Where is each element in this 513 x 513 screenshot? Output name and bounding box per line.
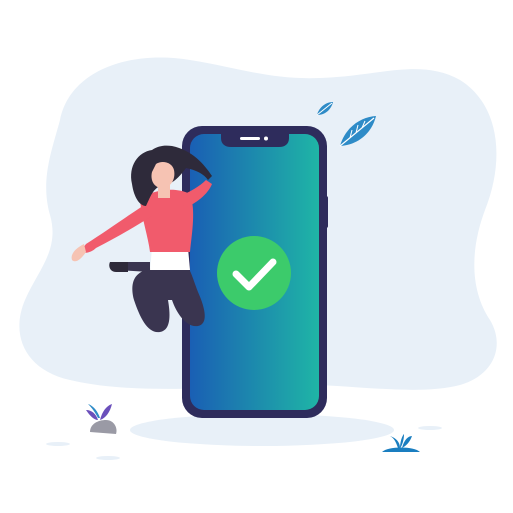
ground-dash xyxy=(418,426,442,430)
check-badge xyxy=(217,236,291,310)
illustration-canvas xyxy=(19,57,497,460)
phone-notch xyxy=(221,134,289,147)
woman-shoe xyxy=(109,262,128,272)
plant-icon xyxy=(382,434,420,452)
ground-dash xyxy=(96,456,120,460)
phone-speaker xyxy=(240,137,260,140)
phone-camera xyxy=(264,136,268,141)
success-illustration xyxy=(0,0,513,513)
plant-icon xyxy=(86,404,112,420)
rock-icon xyxy=(90,420,117,434)
ground-shadow xyxy=(130,414,394,446)
ground-dash xyxy=(46,442,70,446)
